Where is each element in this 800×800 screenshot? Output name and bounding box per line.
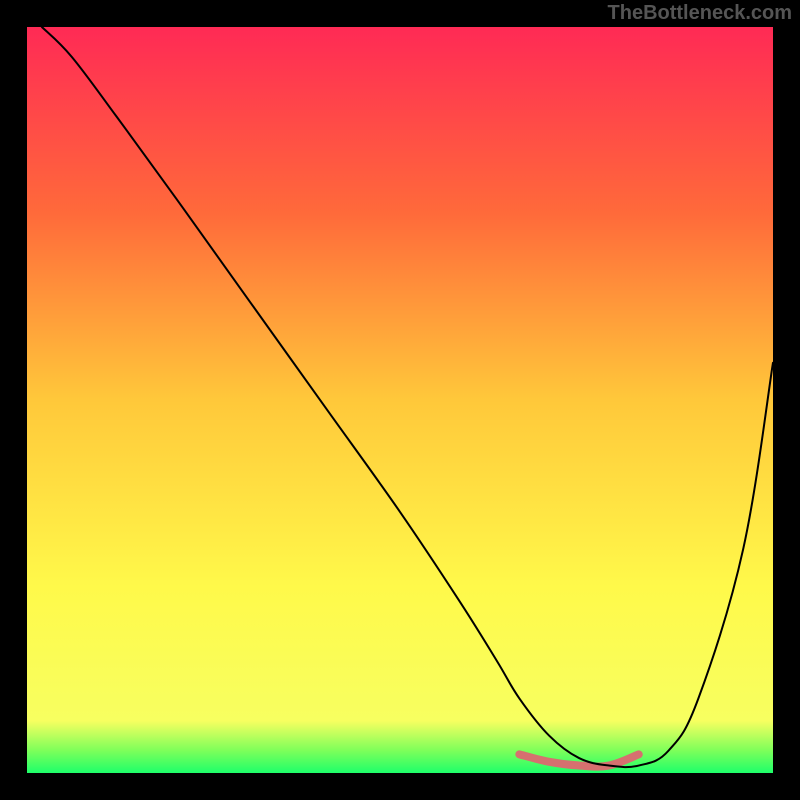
chart-frame: TheBottleneck.com bbox=[0, 0, 800, 800]
watermark-text: TheBottleneck.com bbox=[608, 2, 792, 25]
bottleneck-chart bbox=[0, 0, 800, 800]
plot-background bbox=[27, 27, 773, 773]
